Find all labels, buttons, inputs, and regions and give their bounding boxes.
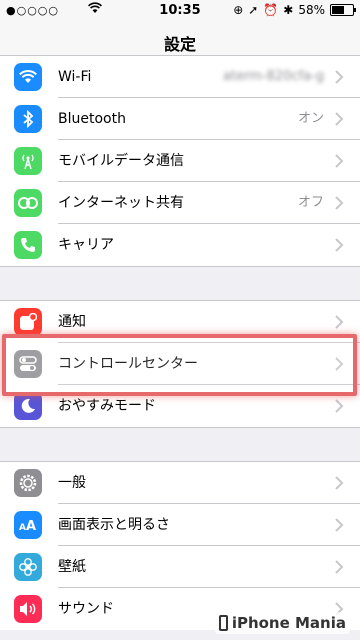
settings-row-display[interactable]: AA 画面表示と明るさ bbox=[0, 504, 360, 546]
settings-group-connectivity: Wi-Fi aterm-820cfa-g Bluetooth オン モバイルデー… bbox=[0, 55, 360, 267]
svg-text:A: A bbox=[19, 523, 26, 532]
hotspot-icon bbox=[14, 189, 42, 217]
chevron-right-icon bbox=[335, 315, 344, 329]
notifications-icon bbox=[14, 308, 42, 336]
battery-icon bbox=[330, 4, 356, 16]
chevron-right-icon bbox=[335, 560, 344, 574]
phone-icon bbox=[14, 231, 42, 259]
settings-row-general[interactable]: 一般 bbox=[0, 462, 360, 504]
settings-row-label: 画面表示と明るさ bbox=[58, 517, 170, 533]
settings-row-wifi[interactable]: Wi-Fi aterm-820cfa-g bbox=[0, 56, 360, 98]
chevron-right-icon bbox=[335, 518, 344, 532]
settings-row-value: aterm-820cfa-g bbox=[223, 69, 324, 84]
settings-row-wallpaper[interactable]: 壁紙 bbox=[0, 546, 360, 588]
cellular-icon bbox=[14, 147, 42, 175]
chevron-right-icon bbox=[335, 70, 344, 84]
sound-icon bbox=[14, 595, 42, 623]
settings-row-hotspot[interactable]: インターネット共有 オフ bbox=[0, 182, 360, 224]
settings-row-label: Wi-Fi bbox=[58, 69, 92, 85]
settings-row-carrier[interactable]: キャリア bbox=[0, 224, 360, 266]
settings-row-label: インターネット共有 bbox=[58, 195, 184, 211]
watermark: iPhone Mania bbox=[214, 612, 350, 634]
settings-row-bluetooth[interactable]: Bluetooth オン bbox=[0, 98, 360, 140]
settings-row-label: サウンド bbox=[58, 601, 114, 617]
chevron-right-icon bbox=[335, 399, 344, 413]
settings-row-label: 一般 bbox=[58, 475, 86, 491]
watermark-text: iPhone Mania bbox=[231, 614, 346, 632]
chevron-right-icon bbox=[335, 112, 344, 126]
status-bar: ●○○○○ 10:35 ⊕ ➚ ⏰ ✱ 58% bbox=[0, 0, 360, 20]
battery-percent: 58% bbox=[298, 3, 325, 17]
settings-row-label: 壁紙 bbox=[58, 559, 86, 575]
settings-row-label: モバイルデータ通信 bbox=[58, 153, 184, 169]
phone-logo-icon bbox=[218, 615, 228, 631]
settings-row-label: キャリア bbox=[58, 237, 114, 253]
gear-icon bbox=[14, 469, 42, 497]
display-icon: AA bbox=[14, 511, 42, 539]
chevron-right-icon bbox=[335, 238, 344, 252]
alarm-icon: ⏰ bbox=[263, 3, 279, 17]
settings-group-general: 一般 AA 画面表示と明るさ 壁紙 サウンド bbox=[0, 461, 360, 630]
settings-row-cellular[interactable]: モバイルデータ通信 bbox=[0, 140, 360, 182]
chevron-right-icon bbox=[335, 476, 344, 490]
settings-row-value: オン bbox=[297, 111, 324, 126]
wifi-icon bbox=[14, 63, 42, 91]
chevron-right-icon bbox=[335, 154, 344, 168]
moon-icon bbox=[14, 392, 42, 420]
settings-row-value: オフ bbox=[297, 195, 324, 210]
chevron-right-icon bbox=[335, 196, 344, 210]
location-icon: ➚ bbox=[248, 3, 259, 17]
bluetooth-icon bbox=[14, 105, 42, 133]
page-title: 設定 bbox=[163, 35, 196, 54]
wallpaper-icon bbox=[14, 553, 42, 581]
svg-text:A: A bbox=[26, 519, 36, 532]
bluetooth-status-icon: ✱ bbox=[283, 3, 294, 17]
settings-row-label: Bluetooth bbox=[58, 111, 126, 127]
orientation-lock-icon: ⊕ bbox=[233, 3, 244, 17]
highlight-frame bbox=[2, 334, 357, 396]
